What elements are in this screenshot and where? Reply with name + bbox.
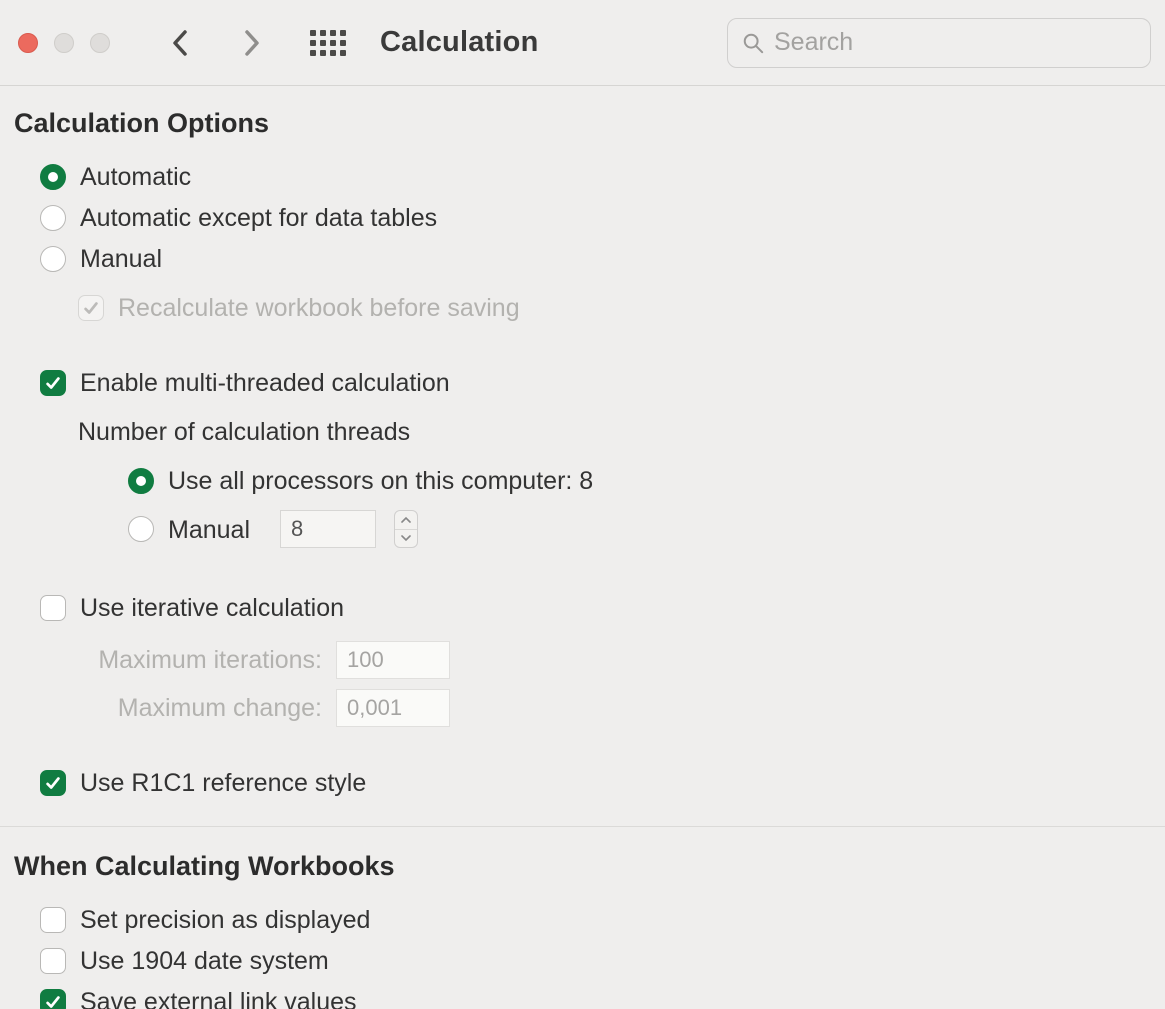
- checkbox-label-precision: Set precision as displayed: [80, 905, 370, 935]
- search-input[interactable]: [774, 28, 1136, 57]
- checkbox-recalc-before-save: [78, 295, 104, 321]
- checkbox-row-save-external[interactable]: Save external link values: [40, 986, 1151, 1009]
- radio-row-manual[interactable]: Manual: [40, 243, 1151, 274]
- input-max-change: [336, 689, 450, 727]
- checkbox-row-r1c1[interactable]: Use R1C1 reference style: [40, 767, 1151, 798]
- field-row-max-change: Maximum change:: [78, 689, 1151, 727]
- checkbox-row-date1904[interactable]: Use 1904 date system: [40, 945, 1151, 976]
- checkbox-date1904[interactable]: [40, 948, 66, 974]
- nav-arrows: [168, 30, 264, 56]
- stepper-down[interactable]: [395, 530, 417, 548]
- checkmark-icon: [82, 299, 100, 317]
- section-divider: [0, 826, 1165, 827]
- radio-use-all-processors[interactable]: [128, 468, 154, 494]
- chevron-down-icon: [401, 534, 411, 542]
- radio-label-threads-manual: Manual: [168, 515, 250, 545]
- radio-row-automatic-except[interactable]: Automatic except for data tables: [40, 202, 1151, 233]
- radio-threads-manual[interactable]: [128, 516, 154, 542]
- checkbox-row-precision[interactable]: Set precision as displayed: [40, 904, 1151, 935]
- radio-label-use-all-processors: Use all processors on this computer: 8: [168, 466, 593, 496]
- checkbox-multithread[interactable]: [40, 370, 66, 396]
- radio-automatic-except[interactable]: [40, 205, 66, 231]
- section-title-calculation-options: Calculation Options: [14, 108, 1151, 139]
- radio-label-automatic-except: Automatic except for data tables: [80, 203, 437, 233]
- show-all-button[interactable]: [310, 30, 346, 56]
- checkbox-precision[interactable]: [40, 907, 66, 933]
- chevron-left-icon: [171, 28, 191, 58]
- checkbox-iterative[interactable]: [40, 595, 66, 621]
- threads-heading-row: Number of calculation threads: [78, 416, 1151, 447]
- checkbox-r1c1[interactable]: [40, 770, 66, 796]
- checkbox-label-save-external: Save external link values: [80, 987, 357, 1009]
- chevron-up-icon: [401, 516, 411, 524]
- checkbox-row-recalc-before-save: Recalculate workbook before saving: [78, 292, 1151, 323]
- checkbox-save-external[interactable]: [40, 989, 66, 1009]
- page-title: Calculation: [380, 26, 539, 59]
- radio-row-threads-manual[interactable]: Manual: [128, 510, 1151, 548]
- checkmark-icon: [44, 993, 62, 1009]
- search-field-wrap[interactable]: [727, 18, 1151, 68]
- label-max-iterations: Maximum iterations:: [78, 646, 322, 675]
- radio-manual[interactable]: [40, 246, 66, 272]
- checkbox-label-date1904: Use 1904 date system: [80, 946, 329, 976]
- threads-manual-input[interactable]: [280, 510, 376, 548]
- checkbox-row-multithread[interactable]: Enable multi-threaded calculation: [40, 367, 1151, 398]
- threads-heading: Number of calculation threads: [78, 417, 410, 447]
- content: Calculation Options Automatic Automatic …: [0, 86, 1165, 1009]
- field-row-max-iterations: Maximum iterations:: [78, 641, 1151, 679]
- minimize-window-button[interactable]: [54, 33, 74, 53]
- checkbox-label-r1c1: Use R1C1 reference style: [80, 768, 366, 798]
- checkmark-icon: [44, 774, 62, 792]
- input-max-iterations: [336, 641, 450, 679]
- label-max-change: Maximum change:: [78, 694, 322, 723]
- forward-button[interactable]: [238, 30, 264, 56]
- window-controls: [18, 33, 110, 53]
- close-window-button[interactable]: [18, 33, 38, 53]
- checkbox-label-iterative: Use iterative calculation: [80, 593, 344, 623]
- chevron-right-icon: [241, 28, 261, 58]
- toolbar: Calculation: [0, 0, 1165, 86]
- back-button[interactable]: [168, 30, 194, 56]
- checkbox-row-iterative[interactable]: Use iterative calculation: [40, 592, 1151, 623]
- grid-icon: [310, 30, 346, 56]
- radio-automatic[interactable]: [40, 164, 66, 190]
- checkbox-label-multithread: Enable multi-threaded calculation: [80, 368, 450, 398]
- radio-row-use-all-processors[interactable]: Use all processors on this computer: 8: [128, 465, 1151, 496]
- radio-row-automatic[interactable]: Automatic: [40, 161, 1151, 192]
- stepper-up[interactable]: [395, 511, 417, 530]
- search-icon: [742, 32, 764, 54]
- checkbox-label-recalc-before-save: Recalculate workbook before saving: [118, 293, 520, 323]
- radio-label-automatic: Automatic: [80, 162, 191, 192]
- checkmark-icon: [44, 374, 62, 392]
- zoom-window-button[interactable]: [90, 33, 110, 53]
- radio-label-manual: Manual: [80, 244, 162, 274]
- threads-stepper[interactable]: [394, 510, 418, 548]
- section-title-when-calculating: When Calculating Workbooks: [14, 851, 1151, 882]
